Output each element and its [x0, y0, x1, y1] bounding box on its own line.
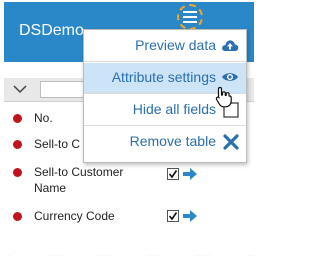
table-options-menu: Preview data Attribute settings Hide all… — [83, 29, 247, 163]
close-x-icon — [223, 134, 239, 150]
table-title: DSDemo — [19, 22, 84, 39]
required-dot — [13, 212, 22, 221]
field-label: Sell-to Customer No. — [34, 137, 80, 151]
field-row: Sell-to Customer Name — [4, 164, 254, 204]
menu-item-label: Remove table — [129, 133, 216, 149]
menu-item-label: Attribute settings — [111, 69, 216, 85]
field-label: Sell-to Customer Name — [34, 165, 124, 195]
eye-icon — [222, 73, 238, 81]
field-checkbox[interactable] — [167, 168, 179, 180]
arrow-right-icon[interactable] — [183, 210, 197, 222]
menu-item-remove-table[interactable]: Remove table — [84, 127, 246, 158]
hamburger-icon — [183, 11, 197, 23]
cloud-upload-icon — [222, 40, 239, 51]
field-checkbox[interactable] — [167, 210, 179, 222]
field-row: Currency Code — [4, 208, 254, 230]
checkmark-icon — [168, 212, 178, 221]
checkmark-icon — [168, 170, 178, 179]
menu-button[interactable] — [177, 4, 203, 30]
table-panel: DSDemo No. Sell-to Customer No. Sell-to … — [4, 2, 254, 256]
required-dot — [13, 168, 22, 177]
arrow-right-icon[interactable] — [183, 168, 197, 180]
required-dot — [13, 114, 22, 123]
hand-cursor-icon — [215, 86, 232, 108]
required-dot — [13, 140, 22, 149]
chevron-down-icon[interactable] — [13, 85, 27, 94]
menu-item-label: Preview data — [135, 37, 216, 53]
menu-item-preview-data[interactable]: Preview data — [84, 31, 246, 62]
menu-item-label: Hide all fields — [132, 101, 216, 117]
field-label: Currency Code — [34, 209, 115, 223]
